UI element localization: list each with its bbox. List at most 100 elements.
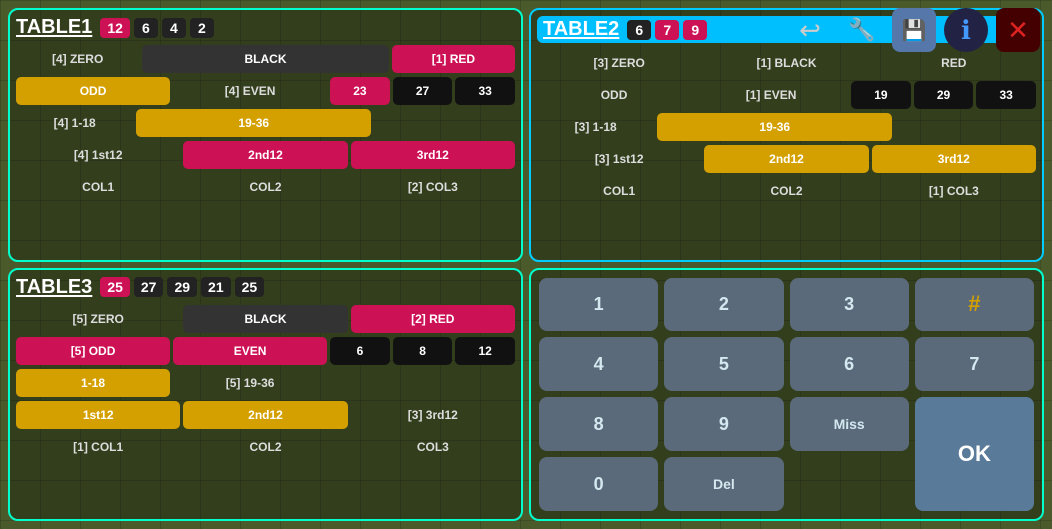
table2-even: [1] EVEN: [694, 81, 848, 109]
table3-num12: 12: [455, 337, 515, 365]
top-bar: ↩ 🔧 💾 ℹ ✕: [776, 0, 1052, 60]
table3-row1: [5] ZERO BLACK [2] RED: [16, 305, 515, 333]
table3-row4: 1st12 2nd12 [3] 3rd12: [16, 401, 515, 429]
table3-header: TABLE3 25 27 29 21 25: [16, 276, 515, 299]
table1-black: BLACK: [142, 45, 389, 73]
table3-badge-3: 21: [201, 277, 231, 297]
numpad-7[interactable]: 7: [915, 337, 1034, 391]
table1-even: [4] EVEN: [173, 77, 327, 105]
numpad-5[interactable]: 5: [664, 337, 783, 391]
table3-118: 1-18: [16, 369, 170, 397]
table3-row5: [1] COL1 COL2 COL3: [16, 433, 515, 461]
table1-red: [1] RED: [392, 45, 515, 73]
table1-badge-2: 4: [162, 18, 186, 38]
table3-row2: [5] ODD EVEN 6 8 12: [16, 337, 515, 365]
table3-badge-0: 25: [100, 277, 130, 297]
table1-num23: 23: [330, 77, 390, 105]
table3-3rd12: [3] 3rd12: [351, 401, 515, 429]
table2-odd: ODD: [537, 81, 691, 109]
table1-odd: ODD: [16, 77, 170, 105]
table1-badge-1: 6: [134, 18, 158, 38]
table2-col3: [1] COL3: [872, 184, 1036, 198]
table1-row1: [4] ZERO BLACK [1] RED: [16, 45, 515, 73]
info-button[interactable]: ℹ: [944, 8, 988, 52]
table2-num19: 19: [851, 81, 911, 109]
table1-zero: [4] ZERO: [16, 45, 139, 73]
table2-1st12: [3] 1st12: [537, 145, 701, 173]
table1-row5: COL1 COL2 [2] COL3: [16, 173, 515, 201]
numpad-ok[interactable]: OK: [915, 397, 1034, 511]
table3-panel: TABLE3 25 27 29 21 25 [5] ZERO BLACK [2]…: [8, 268, 523, 522]
numpad-6[interactable]: 6: [790, 337, 909, 391]
table1-header: TABLE1 12 6 4 2: [16, 16, 515, 39]
table2-2nd12: 2nd12: [704, 145, 868, 173]
table2-col1: COL1: [537, 184, 701, 198]
table2-3rd12: 3rd12: [872, 145, 1036, 173]
table3-col1: [1] COL1: [16, 440, 180, 454]
table2-118: [3] 1-18: [537, 113, 654, 141]
numpad-3[interactable]: 3: [790, 278, 909, 332]
table3-red: [2] RED: [351, 305, 515, 333]
table1-badge-3: 2: [190, 18, 214, 38]
close-button[interactable]: ✕: [996, 8, 1040, 52]
table1-row4: [4] 1st12 2nd12 3rd12: [16, 141, 515, 169]
table2-badge-2: 9: [683, 20, 707, 40]
table3-col2: COL2: [183, 440, 347, 454]
table3-1st12: 1st12: [16, 401, 180, 429]
numpad-9[interactable]: 9: [664, 397, 783, 451]
table2-1936: 19-36: [657, 113, 892, 141]
table2-zero: [3] ZERO: [537, 49, 701, 77]
numpad-4[interactable]: 4: [539, 337, 658, 391]
table2-title: TABLE2: [543, 18, 619, 41]
table1-num27: 27: [393, 77, 453, 105]
table1-badge-0: 12: [100, 18, 130, 38]
table1-col3: [2] COL3: [351, 180, 515, 194]
table1-118: [4] 1-18: [16, 109, 133, 137]
table1-1936: 19-36: [136, 109, 371, 137]
table1-col1: COL1: [16, 180, 180, 194]
table1-row3: [4] 1-18 19-36: [16, 109, 515, 137]
table3-title: TABLE3: [16, 276, 92, 299]
numpad-0[interactable]: 0: [539, 457, 658, 511]
table2-row3: [3] 1-18 19-36: [537, 113, 1036, 141]
table2-badge-0: 6: [627, 20, 651, 40]
numpad-panel: 1 2 3 # 4 5 6 7 8 9 OK Miss 0 Del: [529, 268, 1044, 522]
table2-badge-1: 7: [655, 20, 679, 40]
table2-col2: COL2: [704, 184, 868, 198]
table1-1st12: [4] 1st12: [16, 141, 180, 169]
table3-badge-2: 29: [167, 277, 197, 297]
table2-row5: COL1 COL2 [1] COL3: [537, 177, 1036, 205]
table1-title: TABLE1: [16, 16, 92, 39]
save-button[interactable]: 💾: [892, 8, 936, 52]
table3-row3: 1-18 [5] 19-36: [16, 369, 515, 397]
table1-row2: ODD [4] EVEN 23 27 33: [16, 77, 515, 105]
table1-num33: 33: [455, 77, 515, 105]
table1-panel: TABLE1 12 6 4 2 [4] ZERO BLACK [1] RED O…: [8, 8, 523, 262]
table2-row4: [3] 1st12 2nd12 3rd12: [537, 145, 1036, 173]
numpad-2[interactable]: 2: [664, 278, 783, 332]
table3-badge-4: 25: [235, 277, 265, 297]
table3-num6: 6: [330, 337, 390, 365]
table2-num33: 33: [976, 81, 1036, 109]
table3-zero: [5] ZERO: [16, 305, 180, 333]
table3-odd: [5] ODD: [16, 337, 170, 365]
table3-col3: COL3: [351, 440, 515, 454]
back-button[interactable]: ↩: [788, 8, 832, 52]
table3-black: BLACK: [183, 305, 347, 333]
numpad-hash[interactable]: #: [915, 278, 1034, 332]
table3-badge-1: 27: [134, 277, 164, 297]
table3-even: EVEN: [173, 337, 327, 365]
numpad-miss[interactable]: Miss: [790, 397, 909, 451]
wrench-button[interactable]: 🔧: [840, 8, 884, 52]
table1-3rd12: 3rd12: [351, 141, 515, 169]
numpad-1[interactable]: 1: [539, 278, 658, 332]
table3-2nd12: 2nd12: [183, 401, 347, 429]
numpad-8[interactable]: 8: [539, 397, 658, 451]
table2-num29: 29: [914, 81, 974, 109]
numpad-del[interactable]: Del: [664, 457, 783, 511]
table3-1936: [5] 19-36: [173, 369, 327, 397]
table2-row2: ODD [1] EVEN 19 29 33: [537, 81, 1036, 109]
main-grid: TABLE1 12 6 4 2 [4] ZERO BLACK [1] RED O…: [8, 8, 1044, 521]
table1-col2: COL2: [183, 180, 347, 194]
table1-2nd12: 2nd12: [183, 141, 347, 169]
